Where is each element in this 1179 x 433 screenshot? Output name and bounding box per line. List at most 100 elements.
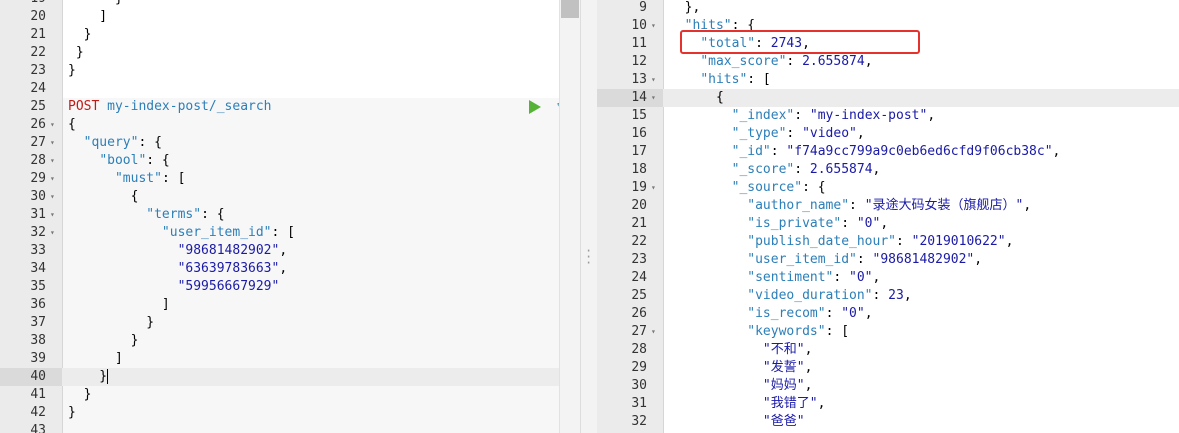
code-line[interactable]: 33 "98681482902", bbox=[0, 242, 580, 260]
line-number: 39 bbox=[30, 351, 46, 366]
code-line[interactable]: 42} bbox=[0, 404, 580, 422]
code-line[interactable]: 35 "59956667929" bbox=[0, 278, 580, 296]
code-line[interactable]: 11 "total": 2743, bbox=[597, 35, 1179, 53]
code-line[interactable]: 13 ▾ "hits": [ bbox=[597, 71, 1179, 89]
code-line[interactable]: 43 bbox=[0, 422, 580, 433]
code-line[interactable]: 34 "63639783663", bbox=[0, 260, 580, 278]
code-line[interactable]: 23 "user_item_id": "98681482902", bbox=[597, 251, 1179, 269]
line-number: 11 bbox=[631, 36, 647, 51]
line-number: 17 bbox=[631, 144, 647, 159]
line-number: 31 bbox=[631, 396, 647, 411]
code-line[interactable]: 25 POST my-index-post/_search bbox=[0, 98, 580, 116]
fold-toggle-icon[interactable]: ▾ bbox=[651, 179, 656, 197]
line-number: 35 bbox=[30, 279, 46, 294]
line-number: 29 bbox=[631, 360, 647, 375]
fold-toggle-icon[interactable]: ▾ bbox=[651, 71, 656, 89]
fold-toggle-icon[interactable]: ▾ bbox=[50, 134, 55, 152]
code-line[interactable]: 26 "is_recom": "0", bbox=[597, 305, 1179, 323]
fold-toggle-icon[interactable]: ▾ bbox=[50, 188, 55, 206]
fold-toggle-icon[interactable]: ▾ bbox=[651, 323, 656, 341]
code-text: "user_item_id": [ bbox=[161, 225, 295, 240]
fold-toggle-icon[interactable]: ▾ bbox=[50, 224, 55, 242]
code-line[interactable]: 28 "不和", bbox=[597, 341, 1179, 359]
resizer-grip-icon: · · · bbox=[585, 244, 593, 270]
line-number: 19 bbox=[0, 0, 46, 8]
code-text: "keywords": [ bbox=[747, 324, 850, 339]
code-line[interactable]: 29 "发誓", bbox=[597, 359, 1179, 377]
fold-toggle-icon[interactable]: ▾ bbox=[651, 17, 656, 35]
line-number: 24 bbox=[631, 270, 647, 285]
line-number: 28 bbox=[30, 153, 46, 168]
code-line[interactable]: 16 "_type": "video", bbox=[597, 125, 1179, 143]
code-line[interactable]: 26 ▾ { bbox=[0, 116, 580, 134]
code-line[interactable]: 22 } bbox=[0, 44, 580, 62]
line-number: 42 bbox=[30, 405, 46, 420]
code-line[interactable]: 18 "_score": 2.655874, bbox=[597, 161, 1179, 179]
left-scrollbar-thumb[interactable] bbox=[561, 0, 579, 18]
code-line[interactable]: 32 ▾ "user_item_id": [ bbox=[0, 224, 580, 242]
code-line[interactable]: 30 ▾ { bbox=[0, 188, 580, 206]
code-line[interactable]: 24 "sentiment": "0", bbox=[597, 269, 1179, 287]
fold-toggle-icon[interactable]: ▾ bbox=[50, 170, 55, 188]
line-number: 38 bbox=[30, 333, 46, 348]
line-number: 40 bbox=[30, 369, 46, 384]
code-line[interactable]: 29 ▾ "must": [ bbox=[0, 170, 580, 188]
line-number: 37 bbox=[30, 315, 46, 330]
line-number: 23 bbox=[30, 63, 46, 78]
code-line[interactable]: 27 ▾ "query": { bbox=[0, 134, 580, 152]
code-line[interactable]: 17 "_id": "f74a9cc799a9c0eb6ed6cfd9f06cb… bbox=[597, 143, 1179, 161]
code-line[interactable]: 27 ▾ "keywords": [ bbox=[597, 323, 1179, 341]
code-line[interactable]: 22 "publish_date_hour": "2019010622", bbox=[597, 233, 1179, 251]
code-text: "发誓", bbox=[762, 360, 813, 375]
code-line[interactable]: 20 ] bbox=[0, 8, 580, 26]
code-line[interactable]: 32 "爸爸" bbox=[597, 413, 1179, 431]
code-line[interactable]: 31 "我错了", bbox=[597, 395, 1179, 413]
code-line[interactable]: 40 } bbox=[0, 368, 580, 386]
code-text: "_score": 2.655874, bbox=[731, 162, 881, 177]
request-editor[interactable]: 19 }20 ]21 }22 }23}2425POST my-index-pos… bbox=[0, 0, 580, 433]
code-line[interactable]: 9 }, bbox=[597, 0, 1179, 17]
fold-toggle-icon[interactable]: ▾ bbox=[50, 152, 55, 170]
code-text: "63639783663", bbox=[177, 261, 288, 276]
code-line[interactable]: 41 } bbox=[0, 386, 580, 404]
code-line[interactable]: 23} bbox=[0, 62, 580, 80]
code-line[interactable]: 38 } bbox=[0, 332, 580, 350]
line-number: 25 bbox=[30, 99, 46, 114]
code-line[interactable]: 12 "max_score": 2.655874, bbox=[597, 53, 1179, 71]
response-viewer[interactable]: 9 }, 10 ▾ "hits": {11 "total": 2743, 12 "ma… bbox=[597, 0, 1179, 433]
code-text: "爸爸" bbox=[762, 414, 805, 429]
line-number: 15 bbox=[631, 108, 647, 123]
code-text: "妈妈", bbox=[762, 378, 813, 393]
code-line[interactable]: 14 ▾ { bbox=[597, 89, 1179, 107]
code-line[interactable]: 20 "author_name": "录途大码女装（旗舰店）", bbox=[597, 197, 1179, 215]
line-number: 27 bbox=[30, 135, 46, 150]
code-line[interactable]: 30 "妈妈", bbox=[597, 377, 1179, 395]
code-line[interactable]: 15 "_index": "my-index-post", bbox=[597, 107, 1179, 125]
code-text: { bbox=[68, 189, 139, 204]
fold-toggle-icon[interactable]: ▾ bbox=[50, 206, 55, 224]
play-icon[interactable] bbox=[529, 100, 541, 114]
code-line[interactable]: 19 ▾ "_source": { bbox=[597, 179, 1179, 197]
left-scrollbar[interactable] bbox=[559, 0, 580, 433]
code-line[interactable]: 39 ] bbox=[0, 350, 580, 368]
fold-toggle-icon[interactable]: ▾ bbox=[50, 116, 55, 134]
code-line[interactable]: 21 "is_private": "0", bbox=[597, 215, 1179, 233]
code-line[interactable]: 24 bbox=[0, 80, 580, 98]
code-text: "video_duration": 23, bbox=[747, 288, 912, 303]
code-text: } bbox=[68, 369, 109, 384]
code-line[interactable]: 31 ▾ "terms": { bbox=[0, 206, 580, 224]
code-line[interactable]: 36 ] bbox=[0, 296, 580, 314]
fold-toggle-icon[interactable]: ▾ bbox=[651, 89, 656, 107]
line-number: 29 bbox=[30, 171, 46, 186]
line-number: 32 bbox=[631, 414, 647, 429]
code-line[interactable]: 37 } bbox=[0, 314, 580, 332]
code-line[interactable]: 25 "video_duration": 23, bbox=[597, 287, 1179, 305]
code-text: } bbox=[68, 45, 84, 60]
line-number: 36 bbox=[30, 297, 46, 312]
code-line[interactable]: 19 } bbox=[0, 0, 580, 8]
code-line[interactable]: 21 } bbox=[0, 26, 580, 44]
code-text: } bbox=[68, 63, 76, 78]
code-text: "author_name": "录途大码女装（旗舰店）", bbox=[747, 198, 1032, 213]
code-line[interactable]: 28 ▾ "bool": { bbox=[0, 152, 580, 170]
code-line[interactable]: 10 ▾ "hits": { bbox=[597, 17, 1179, 35]
